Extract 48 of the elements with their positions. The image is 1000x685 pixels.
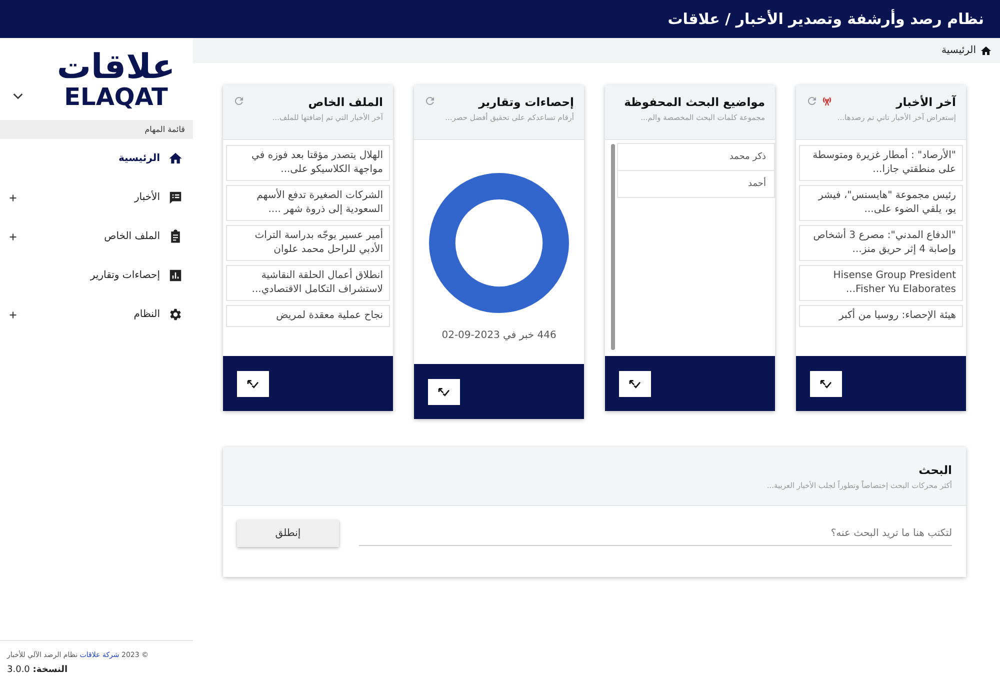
news-item[interactable]: "الأرصاد" : أمطار غزيرة ومتوسطة على منطقتي جازا...	[799, 145, 963, 181]
news-item[interactable]: انطلاق أعمال الحلقة النقاشية لاستشراف التكامل الاقتصادي...	[226, 265, 390, 301]
breadcrumb-link[interactable]: الرئيسية	[942, 45, 976, 56]
plus-icon[interactable]	[9, 232, 17, 240]
settings-icon	[168, 307, 183, 322]
scrollbar[interactable]	[611, 144, 615, 350]
bar-chart-icon	[168, 268, 183, 283]
card-title: مواضيع البحث المحفوظة	[624, 95, 765, 109]
list-icon	[168, 190, 183, 205]
home-icon	[168, 151, 183, 166]
news-item[interactable]: الشركات الصغيرة تدفع الأسهم السعودية إلى ذروة شهر ....	[226, 185, 390, 221]
news-item[interactable]: رئيس مجموعة "هايسنس"، فيشر يو، يلقي الضوء على...	[799, 185, 963, 221]
arrow-check-icon	[437, 386, 451, 396]
go-button[interactable]: إنطلق	[237, 520, 339, 547]
plus-icon[interactable]	[9, 310, 17, 318]
arrow-check-icon	[628, 378, 642, 388]
news-item[interactable]: Hisense Group President Fisher Yu Elaborates...	[799, 265, 963, 301]
expand-button[interactable]	[810, 370, 842, 396]
clipboard-icon	[168, 229, 183, 244]
news-item[interactable]: أمير عسير يوجّه بدراسة التراث الأدبي للراحل محمد علوان	[226, 225, 390, 261]
expand-button[interactable]	[619, 370, 651, 396]
news-item[interactable]: هيئة الإحصاء: روسيا من أكبر	[799, 305, 963, 327]
chart-caption: 446 خبر في 2023-09-02	[442, 330, 556, 341]
saved-search-item[interactable]: أحمد	[617, 170, 775, 198]
menu-heading: قائمة المهام	[0, 120, 193, 139]
news-item[interactable]: نجاح عملية معقدة لمريض	[226, 305, 390, 327]
menu-item[interactable]: الملف الخاص	[0, 217, 193, 256]
saved-search-item[interactable]: ذكر محمد	[617, 143, 775, 171]
logo-arabic: علاقات	[56, 50, 176, 84]
arrow-check-icon	[246, 378, 260, 388]
menu-item[interactable]: الرئيسية	[0, 139, 193, 178]
menu-item[interactable]: إحصاءات وتقارير	[0, 256, 193, 295]
expand-button[interactable]	[237, 370, 269, 396]
arrow-check-icon	[819, 378, 833, 388]
card-title: إحصاءات وتقارير	[477, 95, 574, 109]
menu-item[interactable]: النظام	[0, 295, 193, 334]
card-title: الملف الخاص	[307, 95, 383, 109]
chevron-down-icon[interactable]	[13, 93, 23, 100]
news-item[interactable]: الهلال يتصدر مؤقتا بعد فوزه في مواجهة الكلاسيكو على...	[226, 145, 390, 181]
logo-latin: ELAQAT	[64, 84, 168, 110]
search-title: البحث	[918, 463, 952, 477]
news-item[interactable]: "الدفاع المدني": مصرع 3 أشخاص وإصابة 4 إثر حريق منز...	[799, 225, 963, 261]
home-icon	[980, 44, 992, 56]
menu-item[interactable]: الأخبار	[0, 178, 193, 217]
expand-button[interactable]	[428, 378, 460, 404]
card-title: آخر الأخبار	[894, 95, 956, 109]
plus-icon[interactable]	[9, 194, 17, 202]
app-title: نظام رصد وأرشفة وتصدير الأخبار / علاقات	[668, 10, 984, 28]
